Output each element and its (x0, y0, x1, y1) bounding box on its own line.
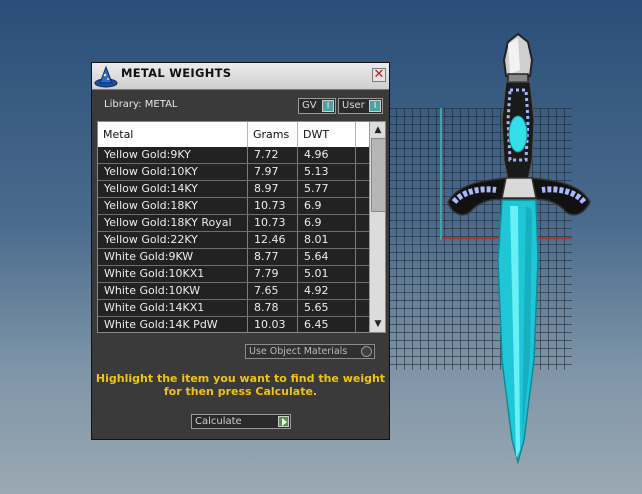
metal-cell: White Gold:14KX1 (98, 300, 248, 316)
dwt-cell: 6.45 (298, 317, 356, 332)
grams-cell: 10.03 (248, 317, 298, 332)
instruction-line-2: for then press Calculate. (163, 385, 318, 398)
scroll-up-icon[interactable]: ▲ (370, 123, 385, 137)
table-row[interactable]: Yellow Gold:14KY 8.97 5.77 (98, 181, 369, 198)
metal-cell: White Gold:10KW (98, 283, 248, 299)
gv-toggle-label: GV (302, 100, 317, 111)
grams-cell: 7.97 (248, 164, 298, 180)
grams-cell: 7.79 (248, 266, 298, 282)
dwt-cell: 5.64 (298, 249, 356, 265)
calculate-label: Calculate (195, 416, 242, 427)
dwt-cell: 8.01 (298, 232, 356, 248)
calculate-button[interactable]: Calculate (191, 414, 291, 429)
grams-cell: 8.78 (248, 300, 298, 316)
library-label: Library: METAL (104, 99, 178, 110)
dwt-cell: 4.92 (298, 283, 356, 299)
table-row[interactable]: Yellow Gold:18KY Royal 10.73 6.9 (98, 215, 369, 232)
metal-cell: Yellow Gold:18KY Royal (98, 215, 248, 231)
dwt-cell: 5.77 (298, 181, 356, 197)
dwt-cell: 5.13 (298, 164, 356, 180)
instruction-line-1: Highlight the item you want to find the … (95, 372, 386, 385)
grams-cell: 7.72 (248, 147, 298, 163)
gv-toggle-button[interactable]: GV I (298, 98, 336, 114)
scroll-thumb[interactable] (371, 138, 385, 212)
window-title: METAL WEIGHTS (121, 66, 232, 80)
table-scrollbar[interactable]: ▲ ▼ (369, 122, 385, 332)
grams-cell: 8.97 (248, 181, 298, 197)
metal-cell: White Gold:10KX1 (98, 266, 248, 282)
column-header-dwt[interactable]: DWT (298, 122, 356, 147)
user-toggle-button[interactable]: User I (338, 98, 383, 114)
dwt-cell: 5.65 (298, 300, 356, 316)
metal-table[interactable]: Metal Grams DWT Yellow Gold:9KY 7.72 4.96 Y… (97, 121, 386, 333)
grams-cell: 12.46 (248, 232, 298, 248)
metal-cell: White Gold:14K PdW (98, 317, 248, 332)
table-row[interactable]: White Gold:9KW 8.77 5.64 (98, 249, 369, 266)
user-indicator-icon: I (369, 100, 381, 112)
table-row[interactable]: White Gold:14KX1 8.78 5.65 (98, 300, 369, 317)
table-row[interactable]: Yellow Gold:22KY 12.46 8.01 (98, 232, 369, 249)
dwt-cell: 6.9 (298, 215, 356, 231)
table-header: Metal Grams DWT (98, 122, 369, 148)
metal-cell: Yellow Gold:10KY (98, 164, 248, 180)
play-arrow-icon (278, 416, 289, 427)
dagger-model[interactable] (440, 30, 600, 470)
radio-indicator-icon (361, 346, 372, 357)
title-bar[interactable]: METAL WEIGHTS ✕ (92, 63, 389, 90)
metal-cell: Yellow Gold:9KY (98, 147, 248, 163)
metal-cell: Yellow Gold:22KY (98, 232, 248, 248)
table-row[interactable]: Yellow Gold:18KY 10.73 6.9 (98, 198, 369, 215)
grams-cell: 10.73 (248, 198, 298, 214)
metal-weights-panel: METAL WEIGHTS ✕ Library: METAL GV I User… (91, 62, 390, 440)
scroll-down-icon[interactable]: ▼ (370, 317, 385, 331)
metal-cell: White Gold:9KW (98, 249, 248, 265)
grams-cell: 7.65 (248, 283, 298, 299)
use-object-materials-label: Use Object Materials (249, 346, 348, 357)
wizard-hat-icon (94, 65, 118, 88)
user-toggle-label: User (342, 100, 365, 111)
close-button[interactable]: ✕ (372, 68, 386, 82)
table-row[interactable]: White Gold:14K PdW 10.03 6.45 (98, 317, 369, 332)
instruction-text: Highlight the item you want to find the … (92, 372, 389, 398)
table-row[interactable]: Yellow Gold:10KY 7.97 5.13 (98, 164, 369, 181)
table-row[interactable]: White Gold:10KX1 7.79 5.01 (98, 266, 369, 283)
metal-cell: Yellow Gold:18KY (98, 198, 248, 214)
use-object-materials-toggle[interactable]: Use Object Materials (245, 344, 375, 359)
gv-indicator-icon: I (322, 100, 334, 112)
table-row[interactable]: White Gold:10KW 7.65 4.92 (98, 283, 369, 300)
dwt-cell: 4.96 (298, 147, 356, 163)
grams-cell: 8.77 (248, 249, 298, 265)
column-header-grams[interactable]: Grams (248, 122, 298, 147)
dwt-cell: 5.01 (298, 266, 356, 282)
table-row[interactable]: Yellow Gold:9KY 7.72 4.96 (98, 147, 369, 164)
grams-cell: 10.73 (248, 215, 298, 231)
column-header-metal[interactable]: Metal (98, 122, 248, 147)
metal-cell: Yellow Gold:14KY (98, 181, 248, 197)
dwt-cell: 6.9 (298, 198, 356, 214)
table-body: Yellow Gold:9KY 7.72 4.96 Yellow Gold:10KY 7… (98, 147, 369, 332)
